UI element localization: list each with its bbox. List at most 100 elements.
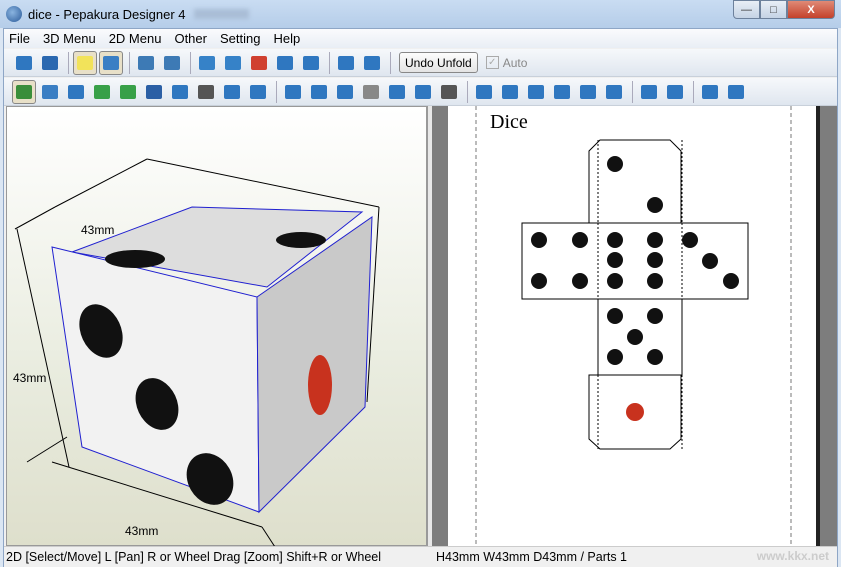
unfold-map-icon	[285, 84, 301, 99]
maximize-button[interactable]: □	[760, 0, 787, 19]
arrange-button[interactable]	[333, 80, 357, 104]
select-face-3d-button[interactable]	[160, 51, 184, 75]
cylinder-icon	[225, 55, 241, 70]
rotate-button[interactable]	[38, 80, 62, 104]
align-middle-icon	[580, 84, 596, 99]
select-face-3d-icon	[164, 55, 180, 70]
cube-edit-icon	[199, 55, 215, 70]
menu-help[interactable]: Help	[273, 31, 300, 46]
cube-edit-button[interactable]	[195, 51, 219, 75]
redo-button[interactable]	[246, 80, 270, 104]
single-view-button[interactable]	[360, 51, 384, 75]
3d-view[interactable]: 43mm 43mm 43mm	[6, 106, 427, 548]
toolbar-separator	[329, 51, 330, 74]
title-bar: dice - Pepakura Designer 4 — □ X	[0, 0, 841, 28]
align-right-button[interactable]	[524, 80, 548, 104]
2d-view[interactable]: Dice	[432, 106, 837, 546]
open-folder-button[interactable]	[12, 51, 36, 75]
menu-bar: File 3D Menu 2D Menu Other Setting Help	[4, 29, 837, 48]
save-icon	[42, 55, 58, 70]
texture-cube-button[interactable]	[99, 50, 123, 75]
dice-net: Dice	[475, 106, 792, 546]
undo-icon	[224, 84, 240, 99]
undo-unfold-button[interactable]: Undo Unfold	[399, 52, 478, 73]
image-icon	[172, 84, 188, 99]
align-top-icon	[554, 84, 570, 99]
text-icon	[146, 84, 162, 99]
mirror-icon	[277, 55, 293, 70]
cylinder-button[interactable]	[221, 51, 245, 75]
clipboard-button[interactable]	[411, 80, 435, 104]
align-right-icon	[528, 84, 544, 99]
page-number-button[interactable]	[359, 80, 383, 104]
menu-file[interactable]: File	[9, 31, 30, 46]
group-button[interactable]	[698, 80, 722, 104]
window-title: dice - Pepakura Designer 4	[28, 6, 186, 22]
align-middle-button[interactable]	[576, 80, 600, 104]
cube-button[interactable]	[194, 80, 218, 104]
visibility-button[interactable]	[299, 51, 323, 75]
toolbar-separator	[467, 80, 468, 103]
print-page: Dice	[448, 106, 820, 546]
select-part-3d-button[interactable]	[134, 51, 158, 75]
axis-icon	[251, 55, 267, 70]
toolbar-separator	[632, 80, 633, 103]
auto-checkbox[interactable]: ✓ Auto	[485, 55, 528, 70]
visibility-icon	[303, 55, 319, 70]
unfold-map-button[interactable]	[281, 80, 305, 104]
mirror-button[interactable]	[273, 51, 297, 75]
print-button[interactable]	[437, 80, 461, 104]
flip-right-button[interactable]	[663, 80, 687, 104]
status-dimensions: H43mm W43mm D43mm / Parts 1	[436, 550, 628, 564]
texture-cube-icon	[103, 55, 119, 70]
text-button[interactable]	[142, 80, 166, 104]
rotate-icon	[42, 84, 58, 99]
menu-other[interactable]: Other	[174, 31, 207, 46]
align-bottom-button[interactable]	[602, 80, 626, 104]
axis-button[interactable]	[247, 51, 271, 75]
select-move-icon	[16, 84, 32, 99]
open-folder-icon	[16, 55, 32, 70]
join-edges-button[interactable]	[64, 80, 88, 104]
image-button[interactable]	[168, 80, 192, 104]
page-number-icon	[363, 84, 379, 99]
lightbulb-button[interactable]	[73, 50, 97, 75]
save-button[interactable]	[38, 51, 62, 75]
toolbar-separator	[68, 51, 69, 74]
3d-cube-render: 43mm 43mm 43mm	[13, 158, 380, 548]
flip-right-icon	[667, 84, 683, 99]
toolbar-separator	[276, 80, 277, 103]
menu-3d[interactable]: 3D Menu	[43, 31, 96, 46]
export-page-button[interactable]	[385, 80, 409, 104]
split-view-button[interactable]	[334, 51, 358, 75]
fold-line-icon	[120, 84, 136, 99]
align-center-icon	[502, 84, 518, 99]
align-center-button[interactable]	[498, 80, 522, 104]
select-move-button[interactable]	[12, 79, 36, 104]
status-mode-hint: 2D [Select/Move] L [Pan] R or Wheel Drag…	[6, 550, 382, 564]
dim-bottom-label: 43mm	[125, 524, 158, 538]
auto-label: Auto	[502, 55, 528, 70]
ungroup-button[interactable]	[724, 80, 748, 104]
toolbar-separator	[693, 80, 694, 103]
dimension-line	[14, 206, 56, 230]
dim-left-label: 43mm	[13, 371, 46, 385]
redo-icon	[250, 84, 266, 99]
close-button[interactable]: X	[787, 0, 835, 19]
main-toolbar: Undo Unfold ✓ Auto	[4, 49, 837, 77]
flip-left-button[interactable]	[637, 80, 661, 104]
toolbar-separator	[129, 51, 130, 74]
menu-2d[interactable]: 2D Menu	[109, 31, 162, 46]
print-icon	[441, 84, 457, 99]
undo-button[interactable]	[220, 80, 244, 104]
align-top-button[interactable]	[550, 80, 574, 104]
fold-line-button[interactable]	[116, 80, 140, 104]
fit-icon	[311, 84, 327, 99]
arrange-icon	[337, 84, 353, 99]
edit-line-button[interactable]	[90, 80, 114, 104]
fit-button[interactable]	[307, 80, 331, 104]
menu-setting[interactable]: Setting	[220, 31, 260, 46]
edit-toolbar	[4, 78, 837, 106]
align-left-button[interactable]	[472, 80, 496, 104]
minimize-button[interactable]: —	[733, 0, 760, 19]
